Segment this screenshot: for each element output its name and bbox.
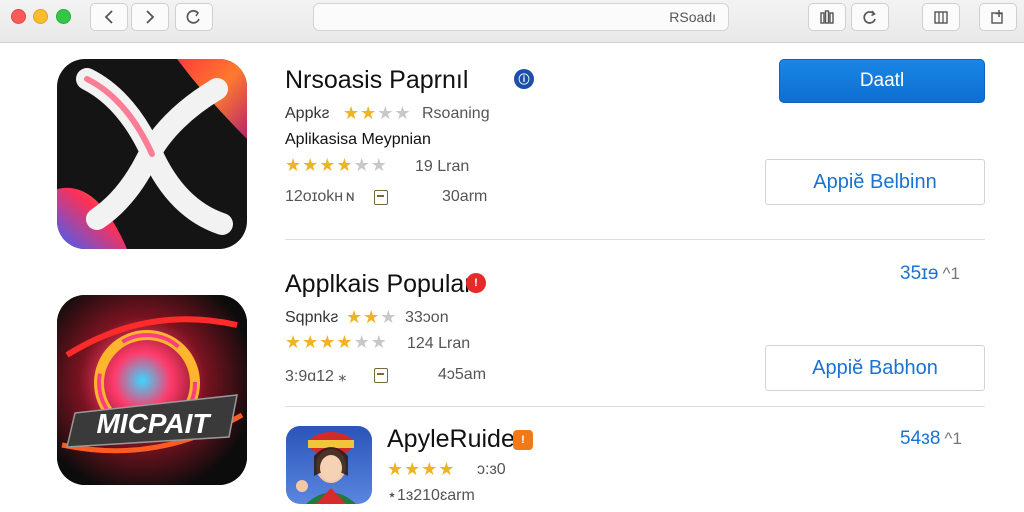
secondary-button-1[interactable]: Appiĕ Belbinn — [765, 159, 985, 205]
app-category-2: Sqpnkƨ — [285, 309, 339, 326]
app-stars-1: ★★★★★★ — [285, 155, 388, 176]
app-title-3[interactable]: ApyleRuide — [387, 425, 515, 454]
app-stat-2: 3:9ɑ12 ⁎ — [285, 368, 347, 385]
window-toolbar: RSoadı — [0, 0, 1024, 43]
price-3[interactable]: 54ɜ8 ^1 — [900, 428, 962, 450]
star-icon: ★ — [302, 155, 320, 175]
forward-button[interactable] — [131, 3, 169, 31]
address-bar[interactable]: RSoadı — [313, 3, 729, 31]
warning-badge-icon: ! — [513, 430, 533, 450]
forward-icon — [146, 10, 155, 24]
back-icon — [104, 10, 113, 24]
chevron-up-icon: ^1 — [942, 264, 960, 283]
zoom-window-button[interactable] — [56, 9, 71, 24]
star-icon: ★ — [363, 307, 381, 327]
star-icon: ★ — [346, 307, 364, 327]
star-icon: ★ — [394, 103, 412, 123]
add-tab-icon — [991, 10, 1003, 24]
chevron-up-icon: ^1 — [944, 429, 962, 448]
app-stars-small-2: ★★★ — [346, 307, 397, 328]
app-title-1[interactable]: Nrsoasis Paprnıl — [285, 66, 468, 95]
app-rating-count-1: 19 Lran — [415, 158, 470, 175]
reload-button[interactable] — [175, 3, 213, 31]
x-logo-icon — [57, 59, 247, 249]
app-stars-3: ★★★★ — [387, 459, 456, 480]
app-title-2[interactable]: Applkais Popular — [285, 270, 473, 299]
app-icon-2-text: MICPAIT — [96, 408, 212, 439]
star-icon: ★ — [380, 307, 398, 327]
character-avatar-icon — [296, 432, 356, 504]
price-value-3: 54ɜ8 — [900, 428, 941, 449]
library-icon — [820, 10, 834, 24]
app-rating-count-2: 124 Lran — [407, 335, 471, 352]
app-stat2-1: 30arm — [442, 188, 488, 205]
columns-button[interactable] — [922, 3, 960, 31]
star-icon: ★ — [336, 332, 354, 352]
star-icon: ★ — [421, 459, 439, 479]
alert-badge-icon: ! — [466, 273, 486, 293]
star-icon: ★ — [319, 332, 337, 352]
app-stars-2: ★★★★★★ — [285, 332, 388, 353]
row-divider — [285, 239, 985, 240]
app-stat2-2: 4ɔ5am — [438, 366, 487, 383]
secondary-button-2[interactable]: Appiĕ Babhon — [765, 345, 985, 391]
star-icon: ★ — [438, 459, 456, 479]
app-meta-extra-2: 33ɔon — [405, 309, 449, 326]
star-icon: ★ — [353, 332, 371, 352]
app-stars-small-1: ★★★★ — [343, 103, 412, 124]
app-meta-extra-1: Rsoaning — [422, 105, 490, 122]
star-icon: ★ — [404, 459, 422, 479]
document-icon — [374, 190, 388, 205]
app-category-1: Appkƨ — [285, 105, 330, 122]
price-value-2: 35ɪɘ — [900, 263, 939, 284]
app-icon-3[interactable] — [286, 426, 372, 504]
document-icon — [374, 368, 388, 383]
star-icon: ★ — [336, 155, 354, 175]
app-subtitle-1: Aplikasisa Meypnian — [285, 131, 431, 148]
add-tab-button[interactable] — [979, 3, 1017, 31]
reload-icon — [186, 10, 200, 24]
app-stat-1: 12ᴏɪᴏkʜ ɴ — [285, 188, 355, 205]
get-button-1[interactable]: Daatl — [779, 59, 985, 103]
star-icon: ★ — [370, 155, 388, 175]
app-rating-count-3: ⋆1ɜ210ɛarm — [387, 487, 475, 504]
star-icon: ★ — [353, 155, 371, 175]
star-icon: ★ — [360, 103, 378, 123]
library-button[interactable] — [808, 3, 846, 31]
star-icon: ★ — [319, 155, 337, 175]
refresh-icon — [863, 10, 876, 24]
star-icon: ★ — [285, 155, 303, 175]
row-divider — [285, 406, 985, 407]
app-icon-2[interactable]: MICPAIT — [57, 295, 247, 485]
price-2[interactable]: 35ɪɘ ^1 — [900, 263, 960, 285]
columns-icon — [934, 11, 948, 24]
back-button[interactable] — [90, 3, 128, 31]
info-badge-icon: ⓘ — [514, 69, 534, 89]
star-icon: ★ — [343, 103, 361, 123]
minimize-window-button[interactable] — [33, 9, 48, 24]
star-icon: ★ — [370, 332, 388, 352]
star-icon: ★ — [285, 332, 303, 352]
star-icon: ★ — [302, 332, 320, 352]
micpait-logo-icon: MICPAIT — [57, 295, 247, 485]
star-icon: ★ — [377, 103, 395, 123]
close-window-button[interactable] — [11, 9, 26, 24]
refresh-button[interactable] — [851, 3, 889, 31]
app-icon-1[interactable] — [57, 59, 247, 249]
app-meta-1: Appkƨ — [285, 105, 329, 123]
star-icon: ★ — [387, 459, 405, 479]
address-text: RSoadı — [669, 9, 716, 25]
app-meta-3: ɔ:ɜ0 — [477, 461, 506, 478]
